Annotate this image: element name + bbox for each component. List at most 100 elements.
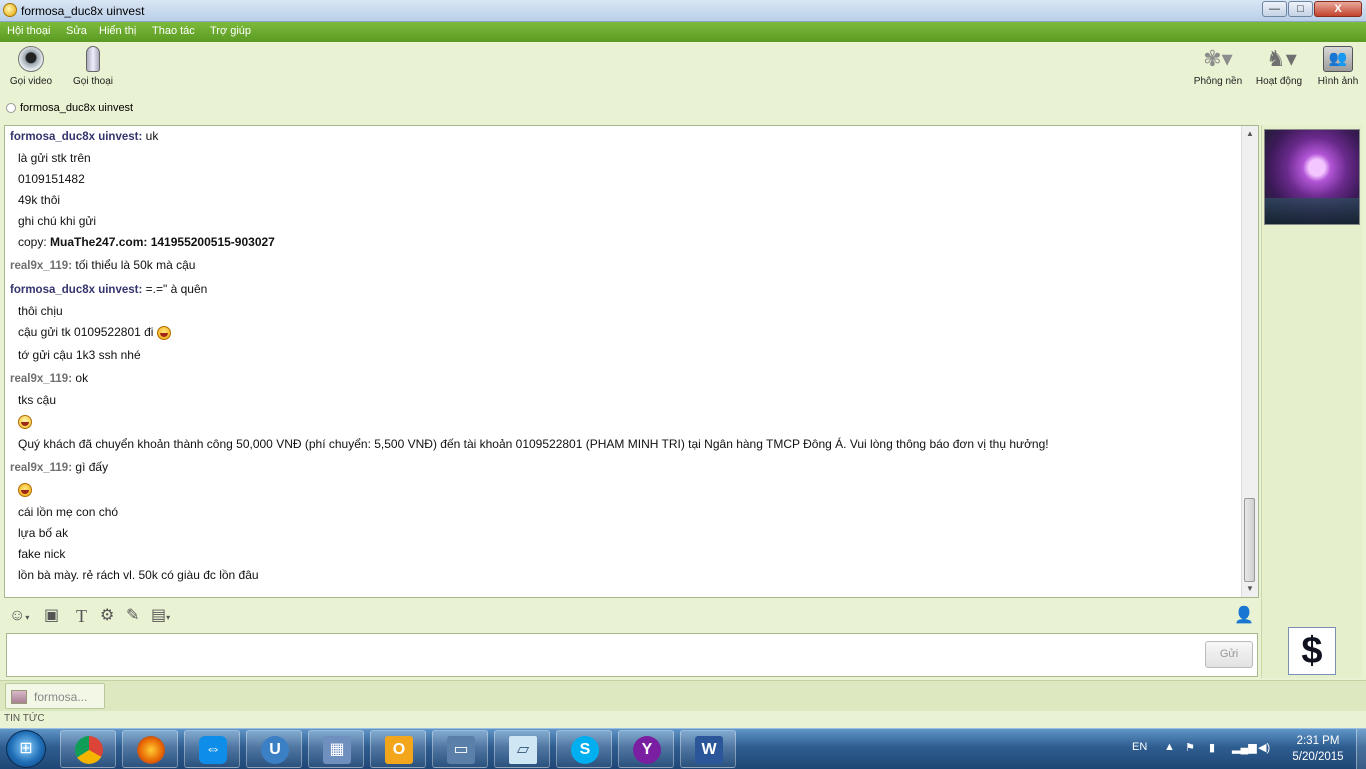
menu-actions[interactable]: Thao tác [152,25,195,37]
laughing-emoticon-icon [18,482,32,497]
microphone-icon [86,46,100,72]
scroll-down-arrow-icon[interactable]: ▼ [1242,581,1258,597]
taskbar-outlook[interactable]: O [370,730,426,768]
voice-call-button[interactable]: Gọi thoại [70,46,116,87]
chat-scrollbar[interactable]: ▲ ▼ [1241,126,1258,597]
message-row: tớ gửi cậu 1k3 ssh nhé [18,348,141,362]
activities-label: Hoạt động [1255,76,1303,87]
taskbar-teamviewer[interactable]: ⇔ [184,730,240,768]
taskbar-notepad[interactable]: ▱ [494,730,550,768]
taskbar-yahoo-messenger[interactable]: Y [618,730,674,768]
status-radio-icon [6,103,16,114]
yahoo-messenger-app-icon [3,3,17,17]
scroll-up-arrow-icon[interactable]: ▲ [1242,126,1258,142]
chrome-icon [75,736,103,764]
images-button[interactable]: 👥 Hình ảnh [1315,46,1361,87]
contact-thumbnail-icon [11,690,27,704]
show-hidden-icons-icon[interactable]: ▲ [1164,741,1175,753]
message-row: formosa_duc8x uinvest: uk [10,129,158,143]
message-row: lồn bà mày. rẻ rách vl. 50k có giàu đc l… [18,568,259,582]
message-text: ok [75,371,89,385]
message-row [10,414,32,429]
windows-taskbar: ⊞ ⇔ U ▦ O ▭ ▱ S Y W EN ▲ ⚑ ▮ ▂▄▆ ◀) 2:31… [0,728,1366,769]
menu-edit[interactable]: Sửa [66,25,87,37]
contact-display-image[interactable] [1264,129,1360,225]
dollar-logo-icon: $ [1301,630,1323,672]
remote-desktop-icon: ▭ [447,736,475,764]
taskbar-remote-desktop[interactable]: ▭ [432,730,488,768]
message-text: =.=" à quên [145,282,208,296]
message-input-box[interactable] [6,633,1258,677]
webcam-icon [18,46,44,72]
taskbar-network[interactable]: ▦ [308,730,364,768]
taskbar-ultraviewer[interactable]: U [246,730,302,768]
firefox-icon [137,736,165,764]
attach-file-icon[interactable]: ✎ [126,607,139,625]
message-row: real9x_119: gì đấy [10,460,108,474]
message-row: formosa_duc8x uinvest: =.=" à quên [10,282,207,296]
sender-name: real9x_119: [10,260,73,272]
clock-time: 2:31 PM [1296,735,1340,747]
maximize-button[interactable]: □ [1288,1,1313,17]
minimize-button[interactable]: — [1262,1,1287,17]
ultraviewer-icon: U [261,736,289,764]
background-button[interactable]: ✾▾ Phông nền [1193,46,1243,87]
message-row: lựa bố ak [18,526,69,540]
taskbar-chrome[interactable] [60,730,116,768]
message-row: 49k thôi [18,193,61,207]
language-indicator[interactable]: EN [1132,741,1147,753]
message-row: real9x_119: ok [10,371,88,385]
video-call-button[interactable]: Gọi video [8,46,54,87]
contact-status[interactable]: formosa_duc8x uinvest [6,102,133,114]
volume-icon[interactable]: ◀) [1258,741,1270,754]
network-signal-icon[interactable]: ▂▄▆ [1232,741,1257,754]
start-button[interactable]: ⊞ [6,730,46,768]
activities-button[interactable]: ♞▾ Hoạt động [1255,46,1303,87]
system-clock[interactable]: 2:31 PM 5/20/2015 [1282,733,1354,765]
window-title: formosa_duc8x uinvest [21,4,145,18]
news-label[interactable]: TIN TỨC [4,713,45,724]
menu-view[interactable]: Hiển thị [99,25,136,37]
laughing-emoticon-icon [156,325,171,340]
contact-info-icon[interactable]: 👤 [1234,607,1254,625]
send-button[interactable]: Gửi [1205,641,1253,668]
taskbar-firefox[interactable] [122,730,178,768]
message-row: Quý khách đã chuyển khoản thành công 50,… [18,437,1049,451]
settings-gear-icon[interactable]: ⚙ [100,607,114,625]
word-icon: W [695,736,723,764]
message-text: copy: [18,235,51,249]
show-desktop-button[interactable] [1356,729,1366,769]
background-label: Phông nền [1193,76,1243,87]
message-bold-text: MuaThe247.com: 141955200515-903027 [50,235,275,249]
menu-help[interactable]: Trợ giúp [210,25,251,37]
action-center-icon[interactable]: ⚑ [1185,741,1195,754]
taskbar-skype[interactable]: S [556,730,612,768]
sender-name: real9x_119: [10,462,73,474]
message-input[interactable] [11,638,1195,676]
message-row [10,482,32,497]
images-label: Hình ảnh [1317,76,1359,87]
emoticon-picker-icon[interactable]: ☺▾ [9,607,29,627]
conversation-tab[interactable]: formosa... [5,683,105,709]
tab-label: formosa... [34,690,88,704]
yahoo-messenger-icon: Y [633,736,661,764]
message-row: fake nick [18,547,66,561]
menu-conversation[interactable]: Hội thoại [7,25,50,37]
voice-call-label: Gọi thoại [72,76,114,87]
sender-name: real9x_119: [10,373,73,385]
battery-icon[interactable]: ▮ [1209,741,1215,754]
taskbar-word[interactable]: W [680,730,736,768]
contact-name: formosa_duc8x uinvest [20,102,134,114]
chat-transcript[interactable]: formosa_duc8x uinvest: uk là gửi stk trê… [4,125,1259,598]
smile-emoticon-icon [18,414,32,429]
message-row: real9x_119: tối thiểu là 50k mà cậu [10,258,195,272]
imvironment-icon[interactable]: ▣ [44,607,59,625]
message-text: gì đấy [75,460,109,474]
scrollbar-thumb[interactable] [1244,498,1255,582]
my-display-image[interactable]: $ [1288,627,1336,675]
text-format-icon[interactable]: T [76,607,87,625]
insert-image-icon[interactable]: ▤▾ [151,607,170,627]
message-row: ghi chú khi gửi [18,214,97,228]
video-call-label: Gọi video [9,76,53,87]
close-button[interactable]: X [1314,1,1362,17]
